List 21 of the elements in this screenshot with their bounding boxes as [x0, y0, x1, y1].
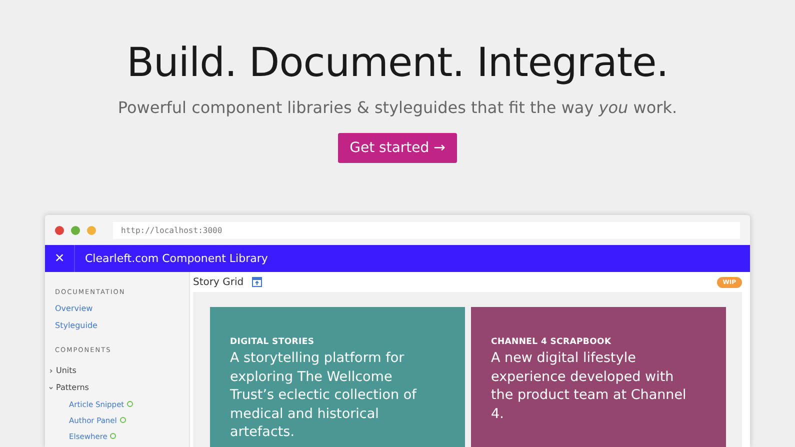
- hero-title: Build. Document. Integrate.: [126, 40, 668, 86]
- close-button[interactable]: ×: [45, 245, 75, 272]
- tree-node[interactable]: Units: [49, 362, 189, 379]
- address-field[interactable]: http://localhost:3000: [113, 222, 740, 238]
- card-kicker: CHANNEL 4 SCRAPBOOK: [491, 337, 612, 347]
- status-dot-icon: [110, 433, 116, 439]
- app-title: Clearleft.com Component Library: [85, 252, 268, 265]
- status-dot-icon: [120, 417, 126, 423]
- hero-subtitle: Powerful component libraries & styleguides that fit the way you work.: [118, 98, 678, 117]
- status-dot-icon: [127, 401, 134, 407]
- get-started-button[interactable]: Get started →: [338, 133, 458, 163]
- tree-label: Units: [56, 366, 76, 375]
- card-description: A new digital lifestyle experience developed with the product team at Channel 4.: [491, 349, 688, 423]
- tree-node[interactable]: Patterns: [49, 379, 189, 396]
- card-description: A storytelling platform for exploring The Wellcome Trust’s eclectic collection of medical and historical artefacts.: [230, 349, 418, 442]
- sidebar-link[interactable]: Overview: [55, 304, 189, 321]
- open-window-icon[interactable]: [252, 277, 262, 287]
- component-title: Story Grid: [193, 276, 244, 288]
- tree-label: Patterns: [56, 383, 89, 392]
- card-kicker: DIGITAL STORIES: [230, 337, 316, 347]
- sidebar-link[interactable]: Styleguide: [55, 321, 189, 338]
